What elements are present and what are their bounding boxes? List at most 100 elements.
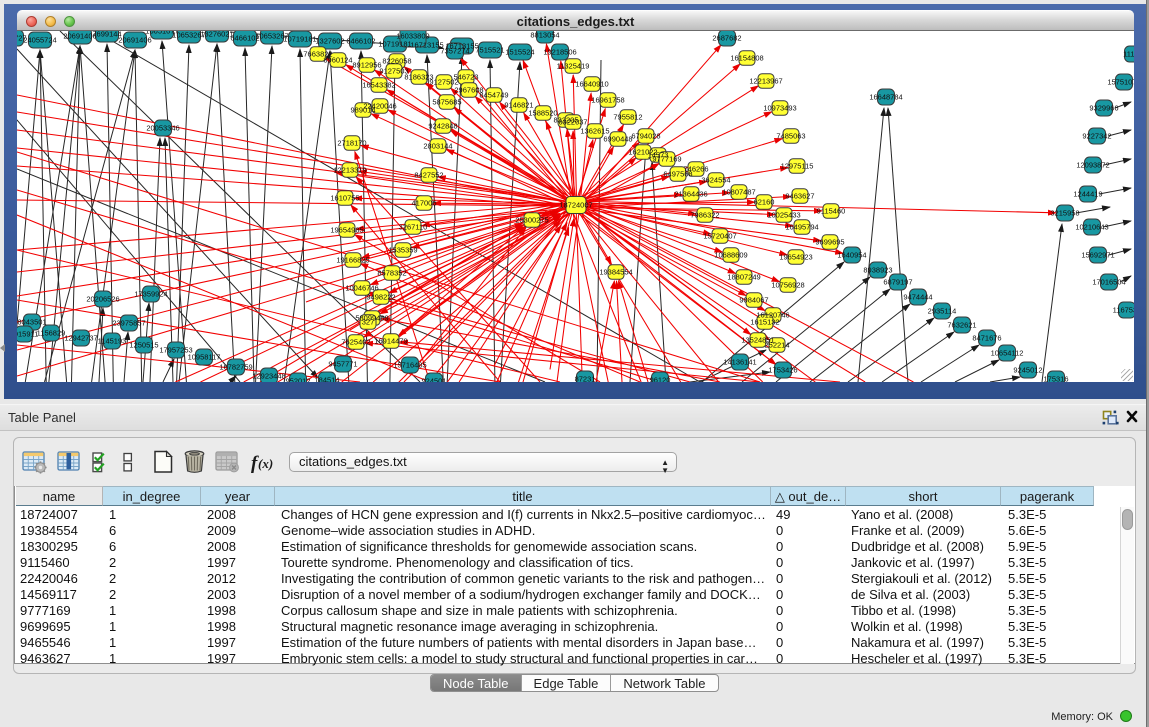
svg-text:10958117: 10958117 bbox=[188, 353, 221, 362]
svg-text:2935114: 2935114 bbox=[928, 307, 957, 316]
svg-text:16914479: 16914479 bbox=[374, 337, 407, 346]
svg-text:10719181: 10719181 bbox=[283, 35, 316, 44]
svg-text:6879197: 6879197 bbox=[883, 278, 912, 287]
svg-text:19166825: 19166825 bbox=[336, 256, 369, 265]
svg-text:10756928: 10756928 bbox=[771, 281, 804, 290]
svg-text:1145193: 1145193 bbox=[98, 337, 127, 346]
svg-text:20691406: 20691406 bbox=[118, 36, 151, 45]
svg-text:6322037: 6322037 bbox=[558, 118, 587, 127]
svg-text:8454749: 8454749 bbox=[479, 91, 508, 100]
svg-text:12213967: 12213967 bbox=[749, 77, 782, 86]
svg-text:10973493: 10973493 bbox=[763, 104, 796, 113]
svg-text:9329966: 9329966 bbox=[1089, 104, 1118, 113]
svg-text:23975857: 23975857 bbox=[112, 319, 145, 328]
svg-text:10719181: 10719181 bbox=[378, 40, 411, 49]
svg-text:5875685: 5875685 bbox=[432, 98, 461, 107]
svg-text:8938923: 8938923 bbox=[863, 266, 892, 275]
svg-text:16782759: 16782759 bbox=[219, 363, 252, 372]
svg-text:10210643: 10210643 bbox=[1075, 223, 1108, 232]
svg-text:924501: 924501 bbox=[421, 377, 446, 382]
svg-text:7515521: 7515521 bbox=[475, 46, 504, 55]
svg-text:175316: 175316 bbox=[1043, 375, 1068, 382]
svg-text:9115460: 9115460 bbox=[817, 207, 846, 216]
svg-text:6794028: 6794028 bbox=[631, 132, 660, 141]
svg-text:87231: 87231 bbox=[575, 375, 596, 382]
svg-text:8043501: 8043501 bbox=[17, 318, 46, 327]
svg-text:9084067: 9084067 bbox=[739, 296, 768, 305]
svg-text:1327602: 1327602 bbox=[315, 37, 344, 46]
svg-text:1244419: 1244419 bbox=[1073, 190, 1102, 199]
svg-text:6466102: 6466102 bbox=[346, 37, 375, 46]
svg-text:96120: 96120 bbox=[650, 376, 671, 382]
svg-text:15716485: 15716485 bbox=[393, 361, 426, 370]
svg-text:10807487: 10807487 bbox=[722, 188, 755, 197]
svg-text:9245012: 9245012 bbox=[1013, 366, 1042, 375]
svg-text:8912956: 8912956 bbox=[352, 61, 381, 70]
svg-text:8960124: 8960124 bbox=[323, 56, 352, 65]
svg-text:7986322: 7986322 bbox=[690, 211, 719, 220]
svg-text:184514: 184514 bbox=[314, 376, 339, 382]
svg-text:16961758: 16961758 bbox=[591, 96, 624, 105]
svg-text:20053346: 20053346 bbox=[146, 124, 179, 133]
svg-text:1753426: 1753426 bbox=[768, 366, 797, 375]
svg-text:10688609: 10688609 bbox=[714, 251, 747, 260]
svg-text:19384554: 19384554 bbox=[599, 268, 632, 277]
svg-text:25300275: 25300275 bbox=[515, 216, 548, 225]
svg-text:9474444: 9474444 bbox=[903, 293, 932, 302]
svg-text:952012: 952012 bbox=[285, 377, 310, 382]
svg-text:16033809: 16033809 bbox=[396, 32, 429, 41]
svg-text:12093872: 12093872 bbox=[1076, 161, 1109, 170]
svg-text:16713155: 16713155 bbox=[410, 41, 443, 50]
svg-text:12923448: 12923448 bbox=[252, 372, 285, 381]
svg-text:7357274: 7357274 bbox=[440, 47, 469, 56]
svg-text:8813054: 8813054 bbox=[530, 31, 559, 40]
svg-text:16640910: 16640910 bbox=[575, 80, 608, 89]
svg-text:9227342: 9227342 bbox=[1082, 132, 1111, 141]
svg-text:1156829: 1156829 bbox=[37, 329, 66, 338]
svg-text:10025433: 10025433 bbox=[767, 211, 800, 220]
svg-text:21364436: 21364436 bbox=[674, 190, 707, 199]
svg-text:7485063: 7485063 bbox=[776, 132, 805, 141]
svg-text:18724007: 18724007 bbox=[559, 201, 592, 210]
svg-text:17016504: 17016504 bbox=[1092, 278, 1125, 287]
svg-text:8578352: 8578352 bbox=[377, 269, 406, 278]
svg-text:7955812: 7955812 bbox=[613, 113, 642, 122]
svg-text:2687682: 2687682 bbox=[712, 34, 741, 43]
svg-text:16648784: 16648784 bbox=[869, 93, 902, 102]
svg-text:19654985: 19654985 bbox=[330, 226, 363, 235]
svg-text:16154808: 16154808 bbox=[730, 54, 763, 63]
svg-text:18807249: 18807249 bbox=[727, 273, 760, 282]
svg-text:15692971: 15692971 bbox=[1081, 251, 1114, 260]
svg-text:24055724: 24055724 bbox=[23, 36, 56, 45]
svg-text:1250515: 1250515 bbox=[129, 341, 158, 350]
svg-text:1535359: 1535359 bbox=[388, 246, 417, 255]
svg-text:9463627: 9463627 bbox=[785, 192, 814, 201]
svg-text:3915911: 3915911 bbox=[17, 330, 38, 339]
svg-text:1610755: 1610755 bbox=[330, 194, 359, 203]
svg-text:11123: 11123 bbox=[1123, 50, 1134, 59]
svg-text:10046746: 10046746 bbox=[345, 284, 378, 293]
svg-text:2803144: 2803144 bbox=[423, 142, 452, 151]
svg-text:1615132: 1615132 bbox=[750, 318, 779, 327]
svg-text:9699695: 9699695 bbox=[815, 238, 844, 247]
svg-text:8226058: 8226058 bbox=[382, 57, 411, 66]
svg-text:11325419: 11325419 bbox=[557, 62, 590, 71]
svg-text:1640954: 1640954 bbox=[837, 251, 866, 260]
svg-text:62160: 62160 bbox=[754, 198, 775, 207]
svg-text:7699144: 7699144 bbox=[92, 31, 121, 39]
svg-text:9242848: 9242848 bbox=[428, 122, 457, 131]
svg-text:8471676: 8471676 bbox=[972, 334, 1001, 343]
svg-text:989014: 989014 bbox=[350, 106, 375, 115]
svg-text:16495794: 16495794 bbox=[785, 223, 818, 232]
svg-text:12942737: 12942737 bbox=[64, 334, 97, 343]
svg-text:2718170: 2718170 bbox=[337, 139, 366, 148]
svg-text:20206526: 20206526 bbox=[86, 295, 119, 304]
svg-text:6497568: 6497568 bbox=[663, 170, 692, 179]
svg-text:252214: 252214 bbox=[764, 341, 789, 350]
svg-text:7625402: 7625402 bbox=[341, 338, 370, 347]
svg-text:12975115: 12975115 bbox=[781, 162, 814, 171]
svg-text:16543382: 16543382 bbox=[362, 81, 395, 90]
svg-text:1167533: 1167533 bbox=[1113, 306, 1134, 315]
svg-text:546723: 546723 bbox=[453, 73, 478, 82]
svg-text:15720407: 15720407 bbox=[703, 232, 736, 241]
